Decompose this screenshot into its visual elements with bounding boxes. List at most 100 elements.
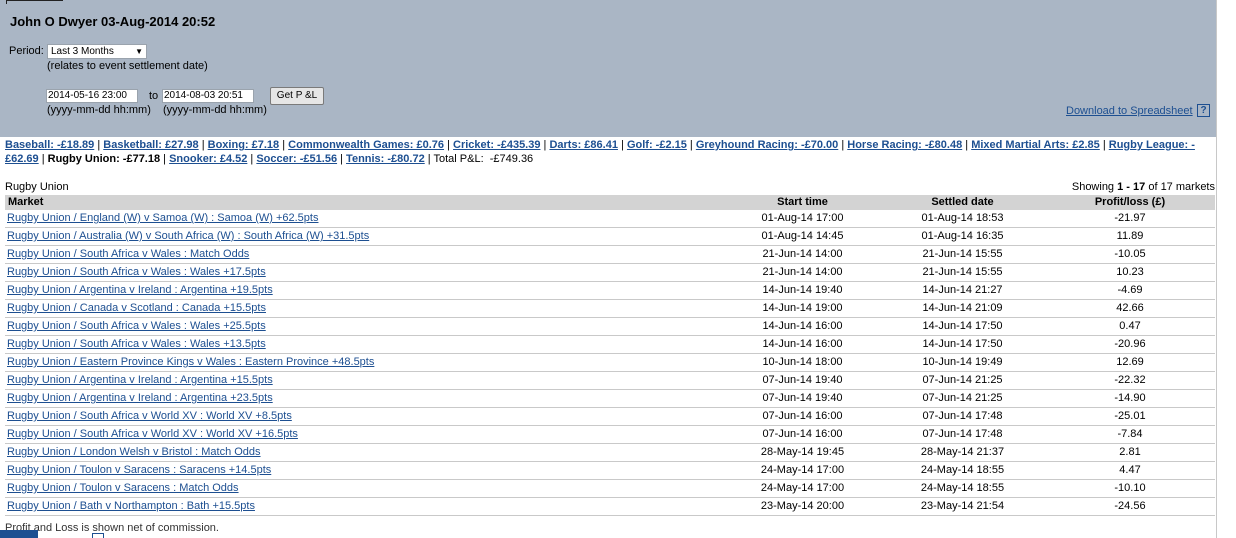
sport-link[interactable]: Tennis: -£80.72 (346, 153, 425, 165)
market-link[interactable]: Rugby Union / Canada v Scotland : Canada… (7, 302, 266, 314)
profit-loss: -10.05 (1114, 248, 1146, 260)
profit-loss: -24.56 (1114, 500, 1146, 512)
profit-loss: 12.69 (1116, 356, 1144, 368)
start-time: 07-Jun-14 16:00 (762, 428, 843, 440)
start-time: 14-Jun-14 19:00 (762, 302, 843, 314)
sport-link[interactable]: Snooker: £4.52 (169, 153, 247, 165)
table-row: Rugby Union / South Africa v Wales : Wal… (5, 318, 1215, 336)
table-row: Rugby Union / England (W) v Samoa (W) : … (5, 210, 1215, 228)
table-body: Rugby Union / England (W) v Samoa (W) : … (5, 210, 1215, 516)
to-date-input[interactable]: 2014-08-03 20:51 (162, 89, 254, 103)
market-link[interactable]: Rugby Union / Eastern Province Kings v W… (7, 356, 374, 368)
sport-link[interactable]: Basketball: £27.98 (103, 139, 198, 151)
start-time: 24-May-14 17:00 (760, 464, 845, 476)
profit-loss: -22.32 (1114, 374, 1146, 386)
taskbar-icon-fragment (92, 533, 104, 538)
start-time: 10-Jun-14 18:00 (762, 356, 843, 368)
start-time: 24-May-14 17:00 (760, 482, 845, 494)
from-date-format-hint: (yyyy-mm-dd hh:mm) (47, 104, 151, 116)
start-time: 21-Jun-14 14:00 (762, 266, 843, 278)
separator: | (337, 153, 347, 165)
sport-summary-list: Baseball: -£18.89 | Basketball: £27.98 |… (5, 138, 1215, 166)
market-link[interactable]: Rugby Union / South Africa v Wales : Wal… (7, 320, 266, 332)
profit-loss: -14.90 (1114, 392, 1146, 404)
header-market: Market (8, 196, 44, 208)
settled-date: 14-Jun-14 21:09 (922, 302, 1003, 314)
market-link[interactable]: Rugby Union / Bath v Northampton : Bath … (7, 500, 255, 512)
table-row: Rugby Union / Toulon v Saracens : Match … (5, 480, 1215, 498)
profit-loss: 10.23 (1116, 266, 1144, 278)
header-settled-date: Settled date (931, 196, 994, 208)
market-link[interactable]: Rugby Union / South Africa v World XV : … (7, 428, 298, 440)
header-profit-loss: Profit/loss (£) (1094, 196, 1166, 208)
page-title: John O Dwyer 03-Aug-2014 20:52 (10, 14, 216, 29)
settled-date: 28-May-14 21:37 (920, 446, 1005, 458)
separator: | (838, 139, 848, 151)
market-link[interactable]: Rugby Union / Toulon v Saracens : Match … (7, 482, 239, 494)
get-pl-button[interactable]: Get P &L (270, 87, 324, 105)
separator: | (617, 139, 627, 151)
market-link[interactable]: Rugby Union / South Africa v Wales : Wal… (7, 266, 266, 278)
profit-loss: 42.66 (1116, 302, 1144, 314)
to-date-format-hint: (yyyy-mm-dd hh:mm) (163, 104, 267, 116)
sport-link[interactable]: Mixed Martial Arts: £2.85 (971, 139, 1100, 151)
table-row: Rugby Union / Bath v Northampton : Bath … (5, 498, 1215, 516)
section-title: Rugby Union (5, 181, 69, 193)
separator: | (444, 139, 454, 151)
start-time: 01-Aug-14 17:00 (761, 212, 844, 224)
sport-link[interactable]: Baseball: -£18.89 (5, 139, 94, 151)
sport-link[interactable]: Horse Racing: -£80.48 (847, 139, 962, 151)
separator: | (279, 139, 289, 151)
taskbar-fragment (0, 530, 38, 538)
period-select-value: Last 3 Months (51, 46, 114, 57)
market-link[interactable]: Rugby Union / Argentina v Ireland : Arge… (7, 284, 273, 296)
start-time: 14-Jun-14 19:40 (762, 284, 843, 296)
sport-link[interactable]: Boxing: £7.18 (208, 139, 280, 151)
top-edge-fragment (6, 0, 63, 4)
settled-date: 21-Jun-14 15:55 (922, 248, 1003, 260)
market-link[interactable]: Rugby Union / Australia (W) v South Afri… (7, 230, 369, 242)
to-label: to (149, 90, 159, 102)
sport-link[interactable]: Commonwealth Games: £0.76 (288, 139, 444, 151)
separator: | (1099, 139, 1109, 151)
market-link[interactable]: Rugby Union / South Africa v World XV : … (7, 410, 292, 422)
profit-loss: -20.96 (1114, 338, 1146, 350)
window-edge (1216, 0, 1217, 538)
chevron-down-icon: ▼ (135, 47, 143, 56)
period-note: (relates to event settlement date) (47, 60, 208, 72)
sport-link[interactable]: Golf: -£2.15 (627, 139, 687, 151)
market-link[interactable]: Rugby Union / South Africa v Wales : Mat… (7, 248, 249, 260)
settled-date: 01-Aug-14 16:35 (921, 230, 1004, 242)
period-label: Period: (9, 45, 44, 57)
start-time: 14-Jun-14 16:00 (762, 338, 843, 350)
sport-link[interactable]: Cricket: -£435.39 (453, 139, 540, 151)
from-date-input[interactable]: 2014-05-16 23:00 (46, 89, 138, 103)
sport-link[interactable]: Greyhound Racing: -£70.00 (696, 139, 838, 151)
results-count: Showing 1 - 17 of 17 markets (1071, 181, 1215, 193)
profit-loss: -7.84 (1117, 428, 1143, 440)
separator: | (198, 139, 208, 151)
settled-date: 14-Jun-14 17:50 (922, 320, 1003, 332)
market-link[interactable]: Rugby Union / London Welsh v Bristol : M… (7, 446, 261, 458)
market-link[interactable]: Rugby Union / England (W) v Samoa (W) : … (7, 212, 318, 224)
sport-link[interactable]: Soccer: -£51.56 (256, 153, 337, 165)
total-pl: Total P&L: -£749.36 (433, 153, 534, 165)
sport-link[interactable]: Darts: £86.41 (549, 139, 618, 151)
market-link[interactable]: Rugby Union / South Africa v Wales : Wal… (7, 338, 266, 350)
settled-date: 10-Jun-14 19:49 (922, 356, 1003, 368)
profit-loss: 0.47 (1119, 320, 1141, 332)
profit-loss: 11.89 (1116, 230, 1144, 242)
start-time: 07-Jun-14 16:00 (762, 410, 843, 422)
table-row: Rugby Union / Toulon v Saracens : Sarace… (5, 462, 1215, 480)
help-icon[interactable]: ? (1197, 104, 1210, 117)
market-link[interactable]: Rugby Union / Toulon v Saracens : Sarace… (7, 464, 271, 476)
download-spreadsheet-link[interactable]: Download to Spreadsheet (1066, 105, 1193, 117)
table-row: Rugby Union / South Africa v World XV : … (5, 408, 1215, 426)
settled-date: 07-Jun-14 21:25 (922, 374, 1003, 386)
market-link[interactable]: Rugby Union / Argentina v Ireland : Arge… (7, 392, 273, 404)
table-row: Rugby Union / Australia (W) v South Afri… (5, 228, 1215, 246)
profit-loss: 4.47 (1119, 464, 1141, 476)
market-link[interactable]: Rugby Union / Argentina v Ireland : Arge… (7, 374, 273, 386)
settled-date: 24-May-14 18:55 (920, 464, 1005, 476)
period-select[interactable]: Last 3 Months ▼ (47, 44, 147, 59)
